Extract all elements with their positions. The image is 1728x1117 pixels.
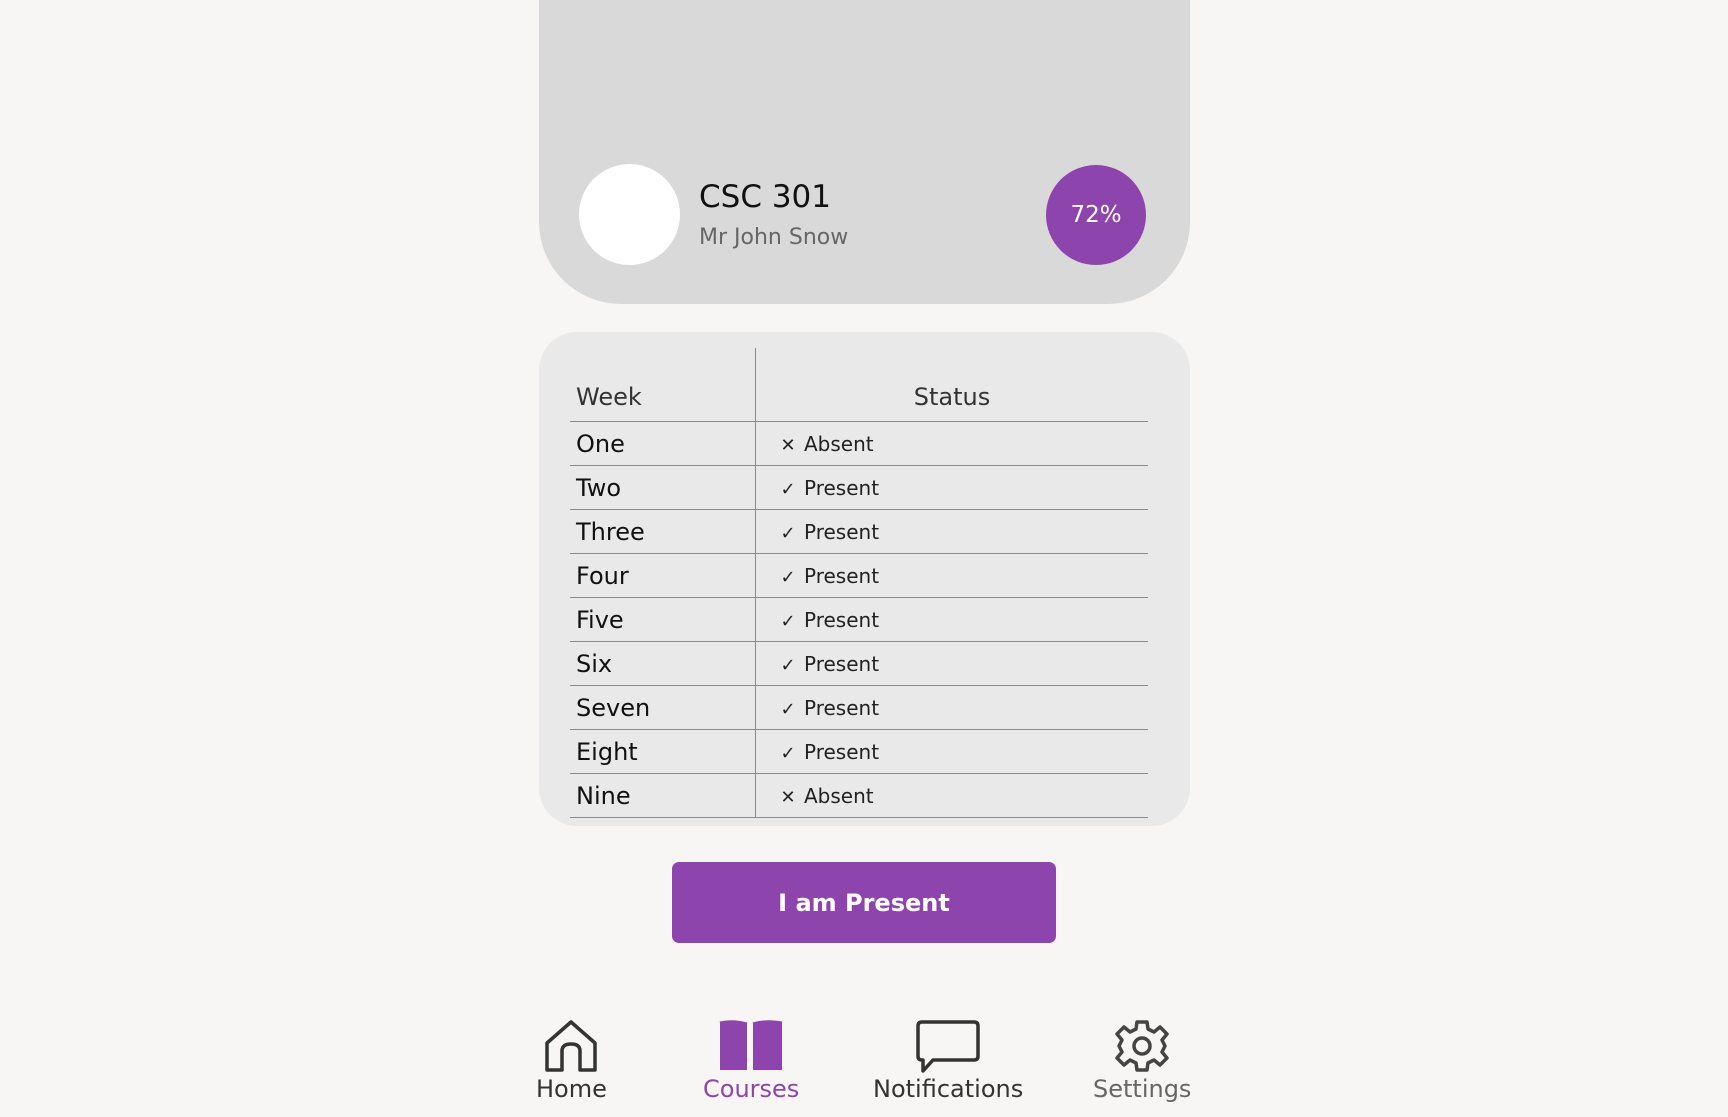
check-icon: ✓: [780, 654, 796, 676]
status-column-header: Status: [755, 348, 1148, 422]
course-card: CSC 301 Mr John Snow 72%: [539, 0, 1190, 304]
week-cell: Four: [570, 553, 756, 598]
book-icon: [719, 1020, 783, 1070]
check-icon: ✓: [780, 566, 796, 588]
status-cell: ✓ Present: [755, 465, 1148, 510]
table-row: Three ✓ Present: [570, 509, 1148, 554]
check-icon: ✓: [780, 698, 796, 720]
status-label: Present: [804, 475, 880, 500]
status-cell: ✓ Present: [755, 685, 1148, 730]
check-icon: ✓: [780, 522, 796, 544]
status-cell: ✓ Present: [755, 553, 1148, 598]
status-cell: ✓ Present: [755, 729, 1148, 774]
week-cell: Six: [570, 641, 756, 686]
course-code: CSC 301: [699, 179, 831, 215]
week-column-header: Week: [570, 348, 756, 422]
table-row: Two ✓ Present: [570, 465, 1148, 510]
nav-notifications[interactable]: Notifications: [873, 1018, 1023, 1104]
week-cell: Three: [570, 509, 756, 554]
table-header-row: Week Status: [570, 348, 1148, 422]
status-label: Present: [804, 607, 880, 632]
status-label: Present: [804, 695, 880, 720]
table-row: Four ✓ Present: [570, 553, 1148, 598]
week-cell: Seven: [570, 685, 756, 730]
nav-home-label: Home: [536, 1075, 607, 1103]
week-cell: Eight: [570, 729, 756, 774]
nav-settings-label: Settings: [1093, 1075, 1192, 1103]
week-cell: One: [570, 421, 756, 466]
status-label: Absent: [804, 783, 874, 808]
nav-notifications-label: Notifications: [873, 1075, 1024, 1103]
check-icon: ✓: [780, 610, 796, 632]
nav-courses[interactable]: Courses: [703, 1018, 799, 1104]
week-cell: Nine: [570, 773, 756, 818]
attendance-percent-badge: 72%: [1046, 165, 1146, 265]
status-cell: ✓ Present: [755, 641, 1148, 686]
check-icon: ✓: [780, 478, 796, 500]
i-am-present-button[interactable]: I am Present: [672, 862, 1056, 943]
gear-icon: [1115, 1020, 1169, 1072]
status-cell: ✓ Present: [755, 597, 1148, 642]
attendance-table: Week Status One ✕ Absent Two ✓ Present Three ✓ P…: [570, 348, 1148, 818]
table-row: Seven ✓ Present: [570, 685, 1148, 730]
lecturer-name: Mr John Snow: [699, 225, 849, 250]
attendance-card: Week Status One ✕ Absent Two ✓ Present Three ✓ P…: [539, 332, 1190, 826]
status-label: Present: [804, 519, 880, 544]
table-row: One ✕ Absent: [570, 421, 1148, 466]
check-icon: ✓: [780, 742, 796, 764]
nav-home[interactable]: Home: [536, 1018, 607, 1104]
x-icon: ✕: [780, 786, 796, 808]
status-label: Present: [804, 563, 880, 588]
status-label: Present: [804, 739, 880, 764]
nav-courses-label: Courses: [703, 1075, 800, 1103]
table-row: Five ✓ Present: [570, 597, 1148, 642]
table-row: Nine ✕ Absent: [570, 773, 1148, 818]
status-cell: ✕ Absent: [755, 421, 1148, 466]
status-cell: ✕ Absent: [755, 773, 1148, 818]
week-cell: Two: [570, 465, 756, 510]
x-icon: ✕: [780, 434, 796, 456]
table-row: Eight ✓ Present: [570, 729, 1148, 774]
week-cell: Five: [570, 597, 756, 642]
status-cell: ✓ Present: [755, 509, 1148, 554]
status-label: Present: [804, 651, 880, 676]
status-label: Absent: [804, 431, 874, 456]
table-row: Six ✓ Present: [570, 641, 1148, 686]
home-icon: [545, 1020, 598, 1072]
course-avatar: [579, 164, 680, 265]
nav-settings[interactable]: Settings: [1093, 1018, 1191, 1104]
chat-icon: [916, 1020, 980, 1073]
